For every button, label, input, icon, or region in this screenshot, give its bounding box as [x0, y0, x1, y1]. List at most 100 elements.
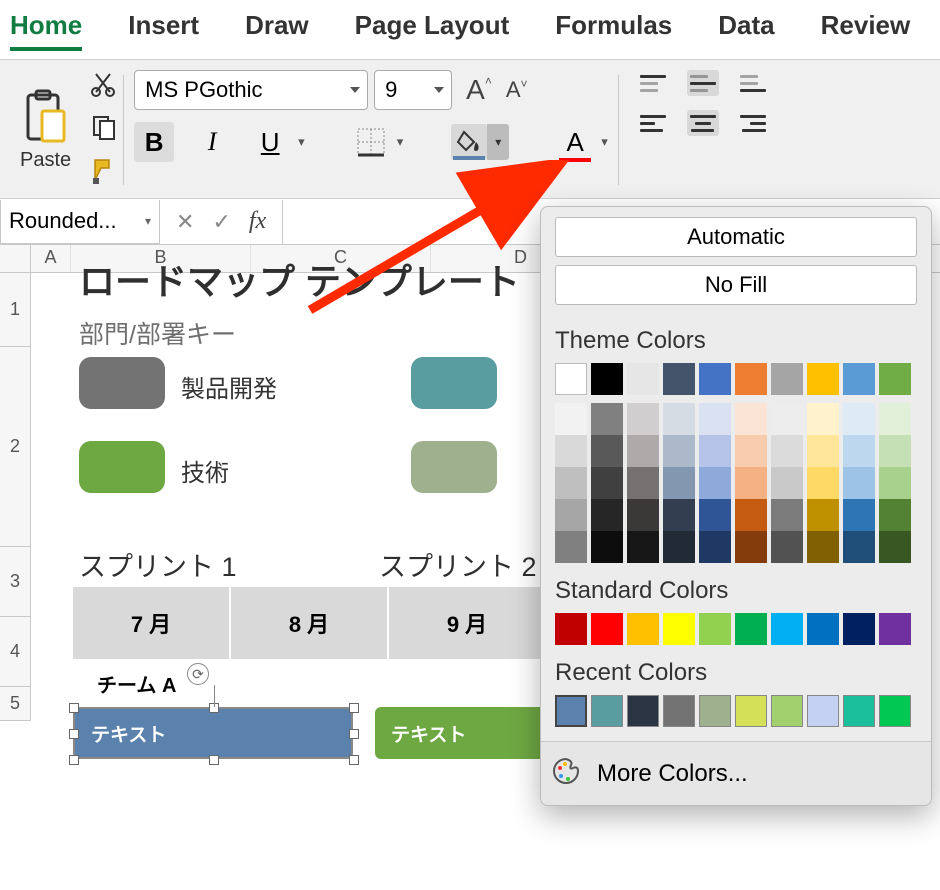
align-top-icon[interactable]	[637, 70, 669, 96]
no-fill-button[interactable]: No Fill	[555, 265, 917, 305]
font-name-select[interactable]	[134, 70, 368, 110]
color-swatch[interactable]	[699, 403, 731, 435]
color-swatch[interactable]	[699, 435, 731, 467]
color-swatch[interactable]	[771, 435, 803, 467]
row-header[interactable]: 1	[0, 273, 30, 347]
color-swatch[interactable]	[879, 499, 911, 531]
tab-draw[interactable]: Draw	[245, 10, 309, 51]
tab-page-layout[interactable]: Page Layout	[355, 10, 510, 51]
color-swatch[interactable]	[807, 499, 839, 531]
chevron-down-icon[interactable]: ▾	[298, 134, 305, 150]
automatic-button[interactable]: Automatic	[555, 217, 917, 257]
row-header[interactable]: 2	[0, 347, 30, 547]
color-swatch[interactable]	[627, 695, 659, 727]
bold-button[interactable]: B	[134, 122, 174, 162]
tab-data[interactable]: Data	[718, 10, 774, 51]
color-swatch[interactable]	[555, 695, 587, 727]
underline-button[interactable]: U	[250, 122, 290, 162]
align-middle-icon[interactable]	[687, 70, 719, 96]
row-header[interactable]: 5	[0, 687, 30, 721]
enter-formula-icon[interactable]: ✓	[212, 209, 230, 235]
color-swatch[interactable]	[879, 531, 911, 563]
fill-color-icon[interactable]	[451, 124, 487, 160]
col-header[interactable]: A	[31, 245, 71, 272]
chevron-down-icon[interactable]: ▾	[601, 134, 608, 150]
color-swatch[interactable]	[627, 403, 659, 435]
align-center-icon[interactable]	[687, 110, 719, 136]
color-swatch[interactable]	[555, 435, 587, 467]
color-swatch[interactable]	[555, 531, 587, 563]
color-swatch[interactable]	[771, 531, 803, 563]
color-swatch[interactable]	[843, 531, 875, 563]
color-swatch[interactable]	[663, 403, 695, 435]
color-swatch[interactable]	[771, 467, 803, 499]
row-header[interactable]: 3	[0, 547, 30, 617]
color-swatch[interactable]	[879, 467, 911, 499]
color-swatch[interactable]	[555, 467, 587, 499]
color-swatch[interactable]	[591, 499, 623, 531]
color-swatch[interactable]	[807, 403, 839, 435]
format-painter-icon[interactable]	[89, 156, 119, 191]
task-shape[interactable]: テキスト	[375, 707, 545, 759]
italic-button[interactable]: I	[192, 122, 232, 162]
color-swatch[interactable]	[627, 467, 659, 499]
color-swatch[interactable]	[555, 499, 587, 531]
color-swatch[interactable]	[807, 613, 839, 645]
color-swatch[interactable]	[807, 435, 839, 467]
color-swatch[interactable]	[663, 499, 695, 531]
color-swatch[interactable]	[699, 695, 731, 727]
fill-color-chevron[interactable]: ▾	[487, 124, 509, 160]
tab-formulas[interactable]: Formulas	[555, 10, 672, 51]
color-swatch[interactable]	[591, 531, 623, 563]
color-swatch[interactable]	[879, 363, 911, 395]
color-swatch[interactable]	[807, 363, 839, 395]
resize-handle[interactable]	[349, 729, 359, 739]
grow-font-icon[interactable]: A˄	[466, 74, 492, 106]
color-swatch[interactable]	[663, 435, 695, 467]
paste-icon[interactable]	[22, 89, 70, 145]
color-swatch[interactable]	[555, 403, 587, 435]
color-swatch[interactable]	[663, 613, 695, 645]
color-swatch[interactable]	[735, 695, 767, 727]
color-swatch[interactable]	[843, 499, 875, 531]
color-swatch[interactable]	[843, 613, 875, 645]
color-swatch[interactable]	[735, 363, 767, 395]
shrink-font-icon[interactable]: A˅	[506, 77, 528, 103]
color-swatch[interactable]	[771, 695, 803, 727]
color-swatch[interactable]	[663, 467, 695, 499]
select-all-corner[interactable]	[0, 245, 30, 273]
align-left-icon[interactable]	[637, 110, 669, 136]
color-swatch[interactable]	[879, 695, 911, 727]
color-swatch[interactable]	[591, 403, 623, 435]
resize-handle[interactable]	[349, 703, 359, 713]
tab-home[interactable]: Home	[10, 10, 82, 51]
color-swatch[interactable]	[735, 613, 767, 645]
color-swatch[interactable]	[735, 435, 767, 467]
resize-handle[interactable]	[69, 755, 79, 765]
chevron-down-icon[interactable]: ▾	[145, 214, 151, 228]
color-swatch[interactable]	[771, 403, 803, 435]
color-swatch[interactable]	[663, 695, 695, 727]
color-swatch[interactable]	[735, 403, 767, 435]
task-shape-selected[interactable]: テキスト	[73, 707, 353, 759]
color-swatch[interactable]	[807, 695, 839, 727]
color-swatch[interactable]	[879, 613, 911, 645]
cancel-formula-icon[interactable]: ✕	[176, 209, 194, 235]
color-swatch[interactable]	[879, 403, 911, 435]
align-bottom-icon[interactable]	[737, 70, 769, 96]
color-swatch[interactable]	[735, 531, 767, 563]
copy-icon[interactable]	[90, 113, 118, 146]
color-swatch[interactable]	[591, 695, 623, 727]
color-swatch[interactable]	[771, 363, 803, 395]
color-swatch[interactable]	[771, 613, 803, 645]
color-swatch[interactable]	[843, 403, 875, 435]
name-box[interactable]: Rounded... ▾	[0, 200, 160, 244]
align-right-icon[interactable]	[737, 110, 769, 136]
color-swatch[interactable]	[843, 435, 875, 467]
resize-handle[interactable]	[69, 729, 79, 739]
tab-insert[interactable]: Insert	[128, 10, 199, 51]
color-swatch[interactable]	[555, 613, 587, 645]
color-swatch[interactable]	[699, 467, 731, 499]
color-swatch[interactable]	[591, 613, 623, 645]
resize-handle[interactable]	[349, 755, 359, 765]
